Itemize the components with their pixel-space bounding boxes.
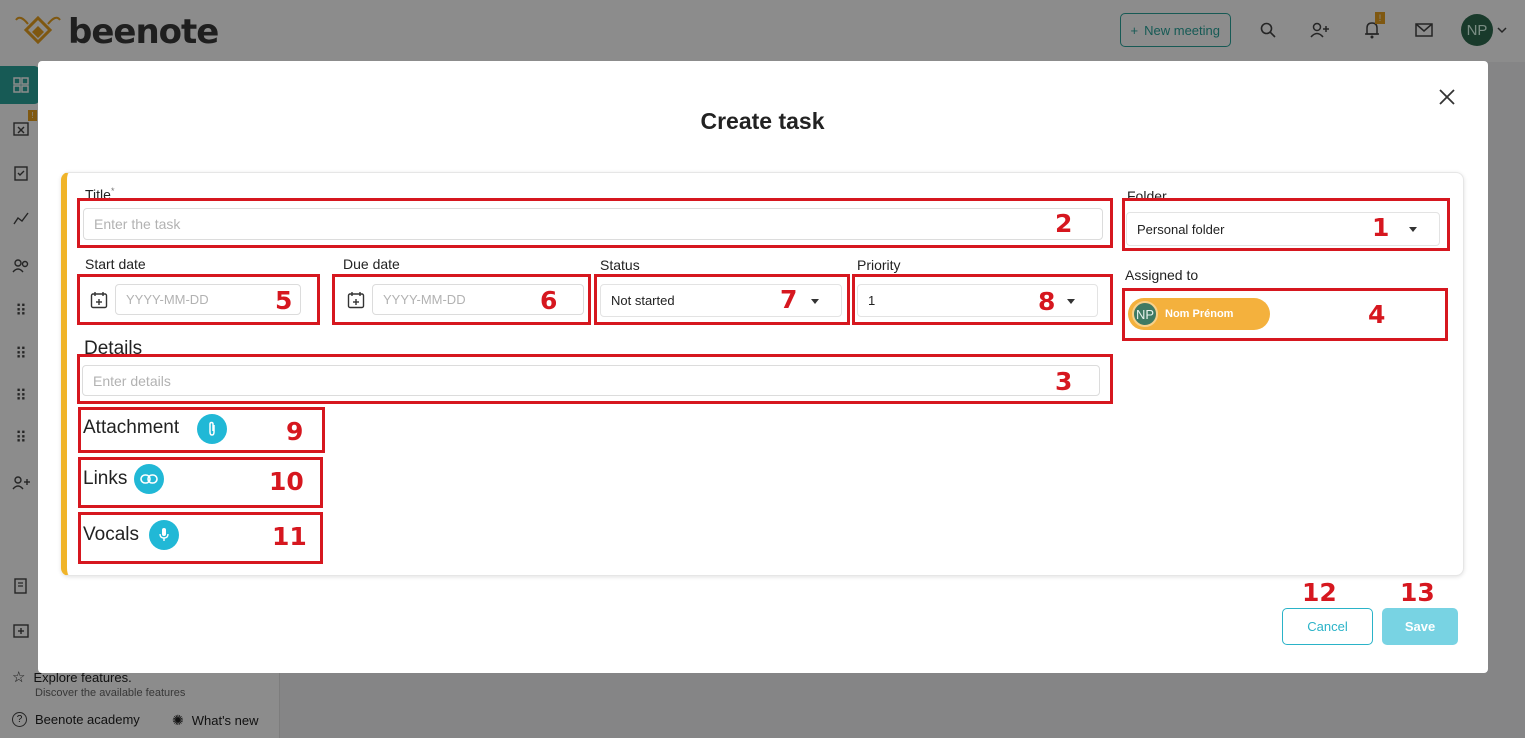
microphone-icon[interactable]	[149, 520, 179, 550]
annotation-number: 5	[275, 286, 293, 315]
annotation-number: 12	[1302, 578, 1337, 607]
attachment-label: Attachment	[83, 417, 180, 438]
title-label: Title*	[85, 186, 115, 203]
start-date-label: Start date	[85, 256, 146, 272]
assignee-name: Nom Prénom	[1165, 308, 1234, 320]
vocals-label: Vocals	[83, 524, 139, 545]
annotation-number: 9	[286, 417, 304, 446]
status-value: Not started	[611, 293, 675, 308]
cancel-button[interactable]: Cancel	[1282, 608, 1373, 645]
caret-down-icon	[811, 298, 819, 304]
folder-value: Personal folder	[1137, 221, 1225, 237]
annotation-number: 10	[269, 467, 304, 496]
link-icon[interactable]	[134, 464, 164, 494]
required-mark: *	[110, 186, 115, 196]
annotation-number: 6	[540, 286, 558, 315]
due-date-label: Due date	[343, 256, 400, 272]
close-icon[interactable]	[1435, 85, 1459, 109]
annotation-number: 3	[1055, 367, 1073, 396]
calendar-icon[interactable]	[346, 290, 366, 310]
annotation-number: 4	[1368, 300, 1386, 329]
modal-title: Create task	[700, 108, 825, 134]
details-input[interactable]	[82, 365, 1100, 396]
annotation-number: 1	[1372, 213, 1390, 242]
annotation-number: 2	[1055, 209, 1073, 238]
status-label: Status	[600, 257, 640, 273]
title-input[interactable]	[83, 208, 1103, 240]
caret-down-icon	[1067, 298, 1075, 304]
assignee-chip[interactable]: NP Nom Prénom	[1128, 298, 1270, 330]
assigned-to-label: Assigned to	[1125, 267, 1199, 283]
priority-label: Priority	[857, 257, 901, 273]
status-select[interactable]: Not started	[600, 284, 842, 317]
details-label: Details	[84, 338, 143, 359]
annotation-number: 8	[1038, 287, 1056, 316]
paperclip-icon[interactable]	[197, 414, 227, 444]
priority-value: 1	[868, 293, 876, 308]
priority-select[interactable]: 1	[857, 284, 1098, 317]
save-button[interactable]: Save	[1382, 608, 1458, 645]
folder-label: Folder	[1127, 188, 1167, 204]
links-label: Links	[83, 468, 128, 489]
folder-select[interactable]: Personal folder	[1126, 212, 1440, 246]
start-date-input[interactable]	[115, 284, 301, 315]
annotation-number: 11	[272, 522, 307, 551]
calendar-icon[interactable]	[89, 290, 109, 310]
annotation-number: 13	[1400, 578, 1435, 607]
avatar: NP	[1132, 301, 1158, 327]
annotation-number: 7	[780, 285, 798, 314]
caret-down-icon	[1409, 227, 1417, 232]
